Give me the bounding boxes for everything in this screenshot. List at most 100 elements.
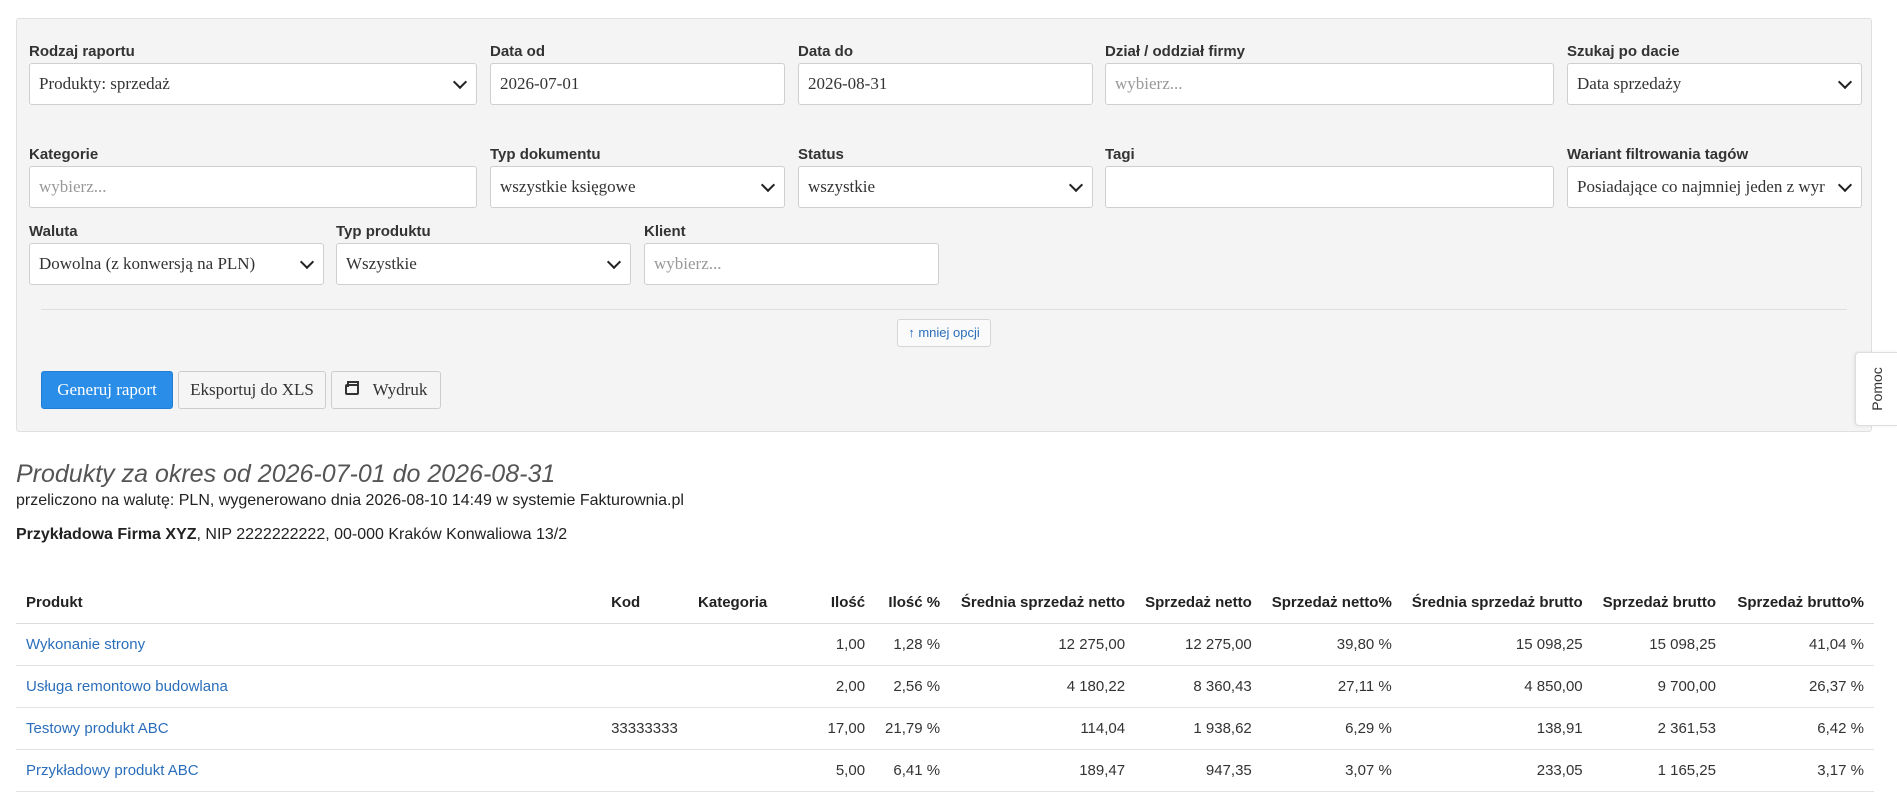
company-info: Przykładowa Firma XYZ, NIP 2222222222, 0… [16, 526, 567, 544]
tags-field: Tagi [1105, 146, 1554, 208]
cell-category [688, 665, 818, 708]
col-header[interactable]: Sprzedaż netto% [1261, 581, 1402, 624]
table-row: Testowy produkt ABC 33333333 17,00 21,79… [16, 707, 1874, 750]
cell-code [601, 665, 689, 708]
cell-avg-net: 12 275,00 [950, 623, 1136, 666]
col-header[interactable]: Ilość [817, 581, 876, 624]
cell-code [601, 749, 689, 792]
search-by-date-value: Data sprzedaży [1577, 74, 1682, 93]
date-to-label: Data do [798, 43, 854, 60]
chevron-down-icon [452, 74, 468, 90]
table-row: Przykładowy produkt ABC 5,00 6,41 % 189,… [16, 749, 1874, 792]
col-header[interactable]: Średnia sprzedaż brutto [1401, 581, 1593, 624]
print-button-label: Wydruk [372, 380, 428, 399]
report-subtitle: przeliczono na walutę: PLN, wygenerowano… [16, 492, 684, 509]
currency-select[interactable]: Dowolna (z konwersją na PLN) [29, 243, 324, 285]
cell-gross: 9 700,00 [1592, 665, 1726, 708]
chevron-down-icon [760, 177, 776, 193]
company-details: , NIP 2222222222, 00-000 Kraków Konwalio… [196, 526, 568, 543]
report-type-label: Rodzaj raportu [29, 43, 135, 60]
doc-type-field: Typ dokumentu wszystkie księgowe [490, 146, 785, 208]
tags-input[interactable] [1105, 166, 1554, 208]
cell-gross: 15 098,25 [1592, 623, 1726, 666]
col-header[interactable]: Produkt [16, 581, 602, 624]
company-name: Przykładowa Firma XYZ [16, 526, 197, 543]
client-label: Klient [644, 223, 686, 240]
filter-panel: Rodzaj raportu Produkty: sprzedaż Data o… [16, 18, 1872, 432]
chevron-down-icon [1837, 177, 1853, 193]
cell-category [688, 707, 818, 750]
chevron-down-icon [606, 254, 622, 270]
client-field: Klient wybierz... [644, 223, 939, 285]
cell-net: 1 938,62 [1135, 707, 1262, 750]
status-select[interactable]: wszystkie [798, 166, 1093, 208]
cell-qty-pct: 1,28 % [875, 623, 951, 666]
col-header[interactable]: Sprzedaż brutto [1592, 581, 1726, 624]
cell-code: 33333333 [601, 707, 689, 750]
col-header[interactable]: Kategoria [688, 581, 818, 624]
search-by-date-label: Szukaj po dacie [1567, 43, 1680, 60]
report-type-field: Rodzaj raportu Produkty: sprzedaż [29, 43, 477, 105]
product-type-value: Wszystkie [346, 254, 417, 273]
currency-label: Waluta [29, 223, 78, 240]
cell-gross-pct: 6,42 % [1725, 707, 1874, 750]
cell-net: 947,35 [1135, 749, 1262, 792]
cell-qty-pct: 2,56 % [875, 665, 951, 708]
product-type-select[interactable]: Wszystkie [336, 243, 631, 285]
department-label: Dział / oddział firmy [1105, 43, 1246, 60]
product-type-field: Typ produktu Wszystkie [336, 223, 631, 285]
cell-qty-pct: 21,79 % [875, 707, 951, 750]
cell-avg-net: 114,04 [950, 707, 1136, 750]
print-button[interactable]: Wydruk [331, 371, 441, 409]
search-by-date-select[interactable]: Data sprzedaży [1567, 63, 1862, 105]
categories-label: Kategorie [29, 146, 99, 163]
export-xls-button[interactable]: Eksportuj do XLS [178, 371, 326, 409]
cell-qty: 1,00 [817, 623, 876, 666]
search-by-date-field: Szukaj po dacie Data sprzedaży [1567, 43, 1862, 105]
report-title: Produkty za okres od 2026-07-01 do 2026-… [16, 460, 556, 488]
cell-net-pct: 27,11 % [1261, 665, 1402, 708]
categories-input[interactable]: wybierz... [29, 166, 477, 208]
cell-net-pct: 3,07 % [1261, 749, 1402, 792]
generate-report-button[interactable]: Generuj raport [41, 371, 173, 409]
product-link[interactable]: Usługa remontowo budowlana [16, 665, 602, 708]
cell-qty: 2,00 [817, 665, 876, 708]
col-header[interactable]: Sprzedaż netto [1135, 581, 1262, 624]
cell-gross-pct: 26,37 % [1725, 665, 1874, 708]
cell-net: 12 275,00 [1135, 623, 1262, 666]
col-header[interactable]: Sprzedaż brutto% [1725, 581, 1874, 624]
chevron-down-icon [1837, 74, 1853, 90]
department-input[interactable]: wybierz... [1105, 63, 1554, 105]
product-link[interactable]: Testowy produkt ABC [16, 707, 602, 750]
client-input[interactable]: wybierz... [644, 243, 939, 285]
table-row: Wykonanie strony 1,00 1,28 % 12 275,00 1… [16, 623, 1874, 666]
cell-net-pct: 6,29 % [1261, 707, 1402, 750]
table-row: Usługa remontowo budowlana 2,00 2,56 % 4… [16, 665, 1874, 708]
product-link[interactable]: Przykładowy produkt ABC [16, 749, 602, 792]
status-value: wszystkie [808, 177, 876, 196]
col-header[interactable]: Kod [601, 581, 689, 624]
report-table: Produkt Kod Kategoria Ilość Ilość % Śred… [16, 581, 1874, 792]
help-tab[interactable]: Pomoc [1855, 352, 1897, 426]
date-from-input[interactable]: 2026-07-01 [490, 63, 785, 105]
divider [41, 309, 1847, 310]
less-options-button[interactable]: ↑ mniej opcji [897, 319, 991, 347]
product-type-label: Typ produktu [336, 223, 431, 240]
date-to-field: Data do 2026-08-31 [798, 43, 1093, 105]
cell-avg-gross: 15 098,25 [1401, 623, 1593, 666]
col-header[interactable]: Ilość % [875, 581, 951, 624]
cell-category [688, 623, 818, 666]
cell-avg-gross: 138,91 [1401, 707, 1593, 750]
department-field: Dział / oddział firmy wybierz... [1105, 43, 1554, 105]
product-link[interactable]: Wykonanie strony [16, 623, 602, 666]
date-to-input[interactable]: 2026-08-31 [798, 63, 1093, 105]
report-type-select[interactable]: Produkty: sprzedaż [29, 63, 477, 105]
cell-qty: 17,00 [817, 707, 876, 750]
tag-variant-value: Posiadające co najmniej jeden z wyr [1577, 177, 1825, 196]
col-header[interactable]: Średnia sprzedaż netto [950, 581, 1136, 624]
doc-type-select[interactable]: wszystkie księgowe [490, 166, 785, 208]
cell-qty-pct: 6,41 % [875, 749, 951, 792]
currency-value: Dowolna (z konwersją na PLN) [39, 254, 256, 273]
tag-variant-select[interactable]: Posiadające co najmniej jeden z wyr [1567, 166, 1862, 208]
printer-icon [344, 380, 359, 395]
